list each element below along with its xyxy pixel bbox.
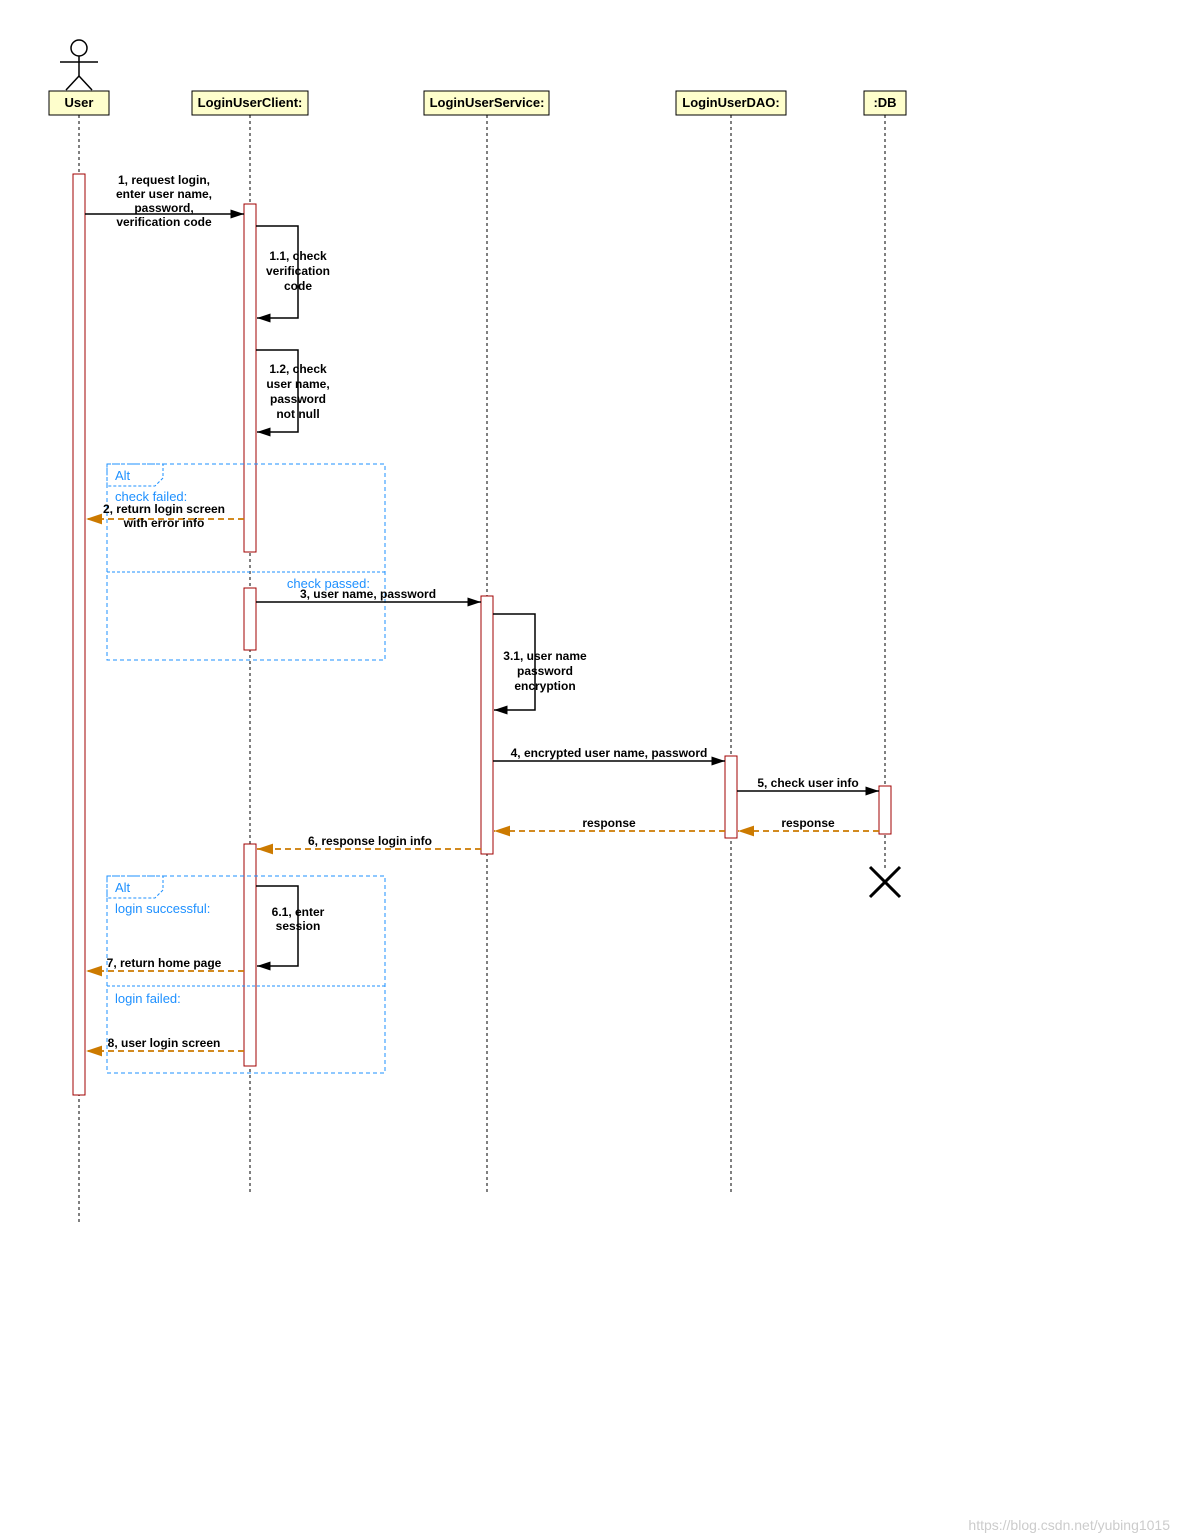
svg-text:1.1, check: 1.1, check	[269, 249, 327, 263]
message-6: 6, response login info	[257, 834, 481, 849]
participant-db: :DB	[864, 91, 906, 115]
activation-db	[879, 786, 891, 834]
svg-text:password: password	[270, 392, 326, 406]
message-3-1: 3.1, user name password encryption	[493, 614, 587, 710]
participant-dao: LoginUserDAO:	[676, 91, 786, 115]
svg-text:not null: not null	[276, 407, 319, 421]
activation-client-2	[244, 588, 256, 650]
svg-text:6, response login info: 6, response login info	[308, 834, 432, 848]
activation-service	[481, 596, 493, 854]
svg-text:LoginUserService:: LoginUserService:	[430, 95, 545, 110]
message-6-1: 6.1, enter session	[256, 886, 325, 966]
svg-text:6.1, enter: 6.1, enter	[272, 905, 325, 919]
svg-text:8, user login screen: 8, user login screen	[108, 1036, 221, 1050]
message-4: 4, encrypted user name, password	[493, 746, 725, 761]
svg-text:2, return login screen: 2, return login screen	[103, 502, 225, 516]
svg-text:7, return home page: 7, return home page	[107, 956, 222, 970]
activation-dao	[725, 756, 737, 838]
message-7: 7, return home page	[86, 956, 244, 971]
svg-text:response: response	[781, 816, 835, 830]
svg-text:user name,: user name,	[266, 377, 329, 391]
svg-text:User: User	[65, 95, 94, 110]
svg-text:enter user name,: enter user name,	[116, 187, 212, 201]
participant-user: User	[49, 91, 109, 115]
svg-text:with error info: with error info	[123, 516, 205, 530]
participant-service: LoginUserService:	[424, 91, 549, 115]
svg-text:login successful:: login successful:	[115, 901, 210, 916]
response-db-dao: response	[738, 816, 879, 831]
svg-text:response: response	[582, 816, 636, 830]
activation-client-1	[244, 204, 256, 552]
svg-text:verification code: verification code	[116, 215, 212, 229]
svg-text:1.2, check: 1.2, check	[269, 362, 327, 376]
svg-text::DB: :DB	[873, 95, 896, 110]
svg-text:password,: password,	[134, 201, 193, 215]
message-1: 1, request login, enter user name, passw…	[85, 173, 244, 229]
svg-text:1, request login,: 1, request login,	[118, 173, 210, 187]
svg-text:password: password	[517, 664, 573, 678]
message-5: 5, check user info	[737, 776, 879, 791]
activation-client-3	[244, 844, 256, 1066]
svg-text:Alt: Alt	[115, 468, 131, 483]
svg-text:5, check user info: 5, check user info	[757, 776, 858, 790]
svg-text:verification: verification	[266, 264, 330, 278]
svg-text:session: session	[276, 919, 321, 933]
message-1-2: 1.2, check user name, password not null	[256, 350, 330, 432]
message-8: 8, user login screen	[86, 1036, 244, 1051]
watermark-text: https://blog.csdn.net/yubing1015	[968, 1517, 1170, 1533]
activation-user	[73, 174, 85, 1095]
message-2: 2, return login screen with error info	[86, 502, 244, 530]
svg-text:LoginUserDAO:: LoginUserDAO:	[682, 95, 780, 110]
destroy-icon	[870, 867, 900, 897]
svg-text:3, user name, password: 3, user name, password	[300, 587, 436, 601]
svg-text:Alt: Alt	[115, 880, 131, 895]
svg-text:LoginUserClient:: LoginUserClient:	[198, 95, 303, 110]
participant-client: LoginUserClient:	[192, 91, 308, 115]
svg-text:code: code	[284, 279, 312, 293]
svg-text:login failed:: login failed:	[115, 991, 181, 1006]
actor-icon	[60, 40, 98, 90]
message-1-1: 1.1, check verification code	[256, 226, 330, 318]
response-dao-service: response	[494, 816, 725, 831]
svg-text:3.1, user name: 3.1, user name	[503, 649, 587, 663]
svg-text:encryption: encryption	[514, 679, 575, 693]
svg-text:4, encrypted user name, passwo: 4, encrypted user name, password	[511, 746, 708, 760]
